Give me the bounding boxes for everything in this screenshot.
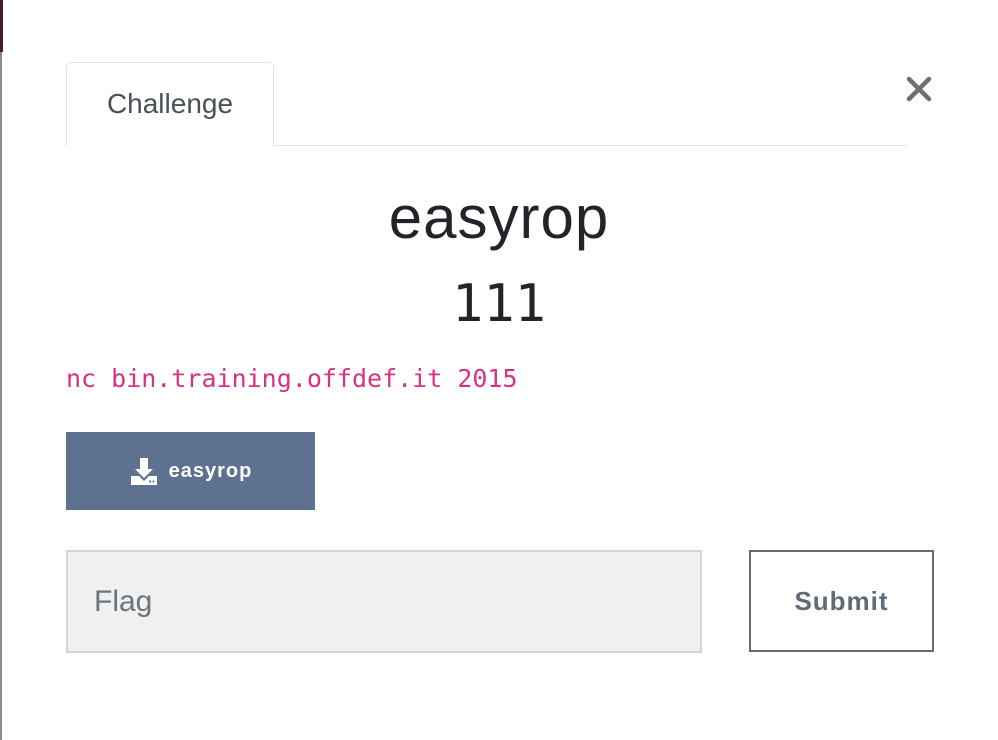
modal-tab-bar: Challenge [66,62,906,146]
challenge-title: easyrop [388,184,610,251]
download-icon [130,458,157,485]
download-file-label: easyrop [168,459,253,482]
submit-button[interactable]: Submit [749,550,934,652]
flag-input[interactable] [66,550,702,653]
close-button[interactable] [898,68,940,110]
background-overlay-edge [0,0,2,740]
tab-challenge-label: Challenge [106,88,234,119]
background-overlay-accent [0,0,3,52]
submit-button-label: Submit [794,585,889,616]
download-file-button[interactable]: easyrop [66,432,315,510]
close-icon [906,76,932,102]
tab-challenge[interactable]: Challenge [66,62,274,146]
connection-info: nc bin.training.offdef.it 2015 [66,364,518,393]
challenge-points: 111 [452,274,546,334]
